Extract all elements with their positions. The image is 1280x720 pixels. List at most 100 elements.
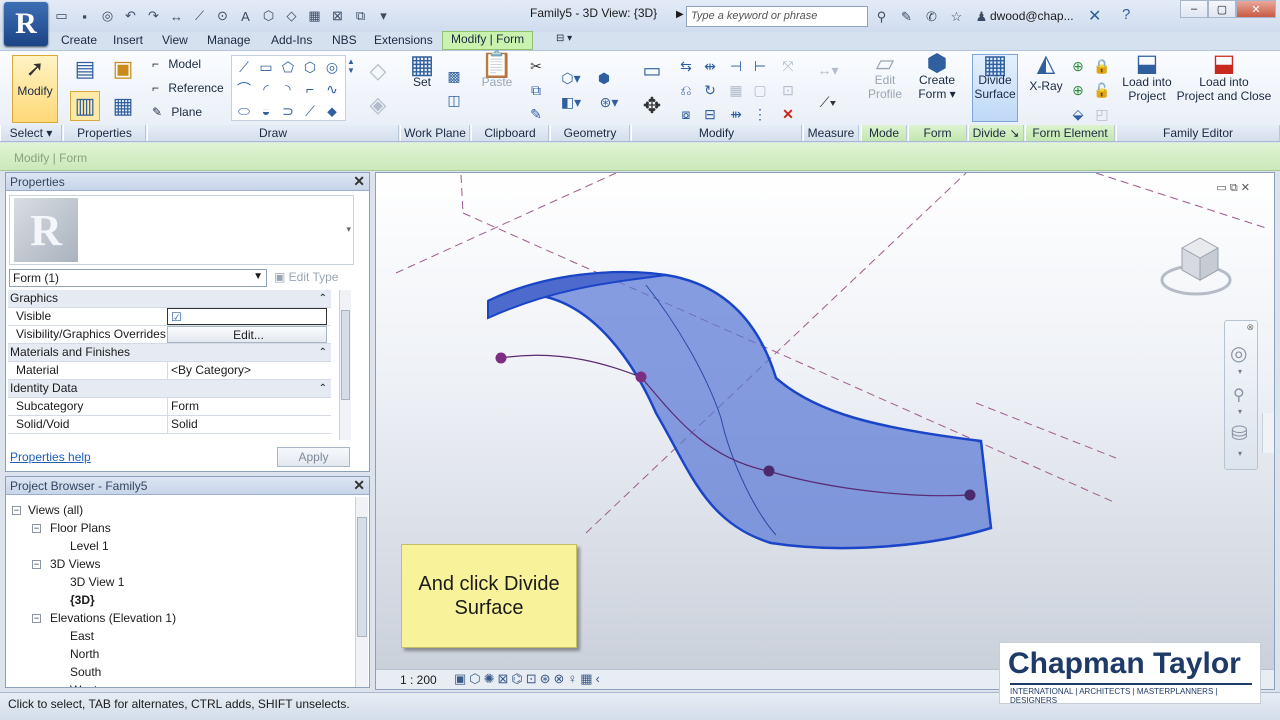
- panel-draw[interactable]: Draw: [147, 125, 399, 141]
- panel-modify[interactable]: Modify: [631, 125, 802, 141]
- viewer-icon[interactable]: ◈: [362, 91, 394, 119]
- group-graphics[interactable]: Graphics ⌃: [8, 290, 331, 308]
- aligned-dimension-icon[interactable]: ⟋▾: [808, 93, 848, 111]
- thin-lines-icon[interactable]: ▦: [305, 7, 324, 25]
- circle-icon[interactable]: ◎: [322, 58, 342, 76]
- redo-icon[interactable]: ↷: [144, 7, 163, 25]
- edit-type-button[interactable]: ▣ Edit Type: [274, 270, 338, 284]
- scale-icon[interactable]: ▢: [750, 81, 770, 99]
- save-icon[interactable]: ▪: [75, 7, 94, 25]
- close-hidden-icon[interactable]: ⊠: [328, 7, 347, 25]
- tab-manage[interactable]: Manage: [207, 33, 250, 47]
- copy-element-icon[interactable]: ⎌: [676, 81, 696, 99]
- split-face-icon[interactable]: ⊛▾: [594, 93, 624, 111]
- tree-item[interactable]: West: [70, 683, 97, 687]
- point-element-icon[interactable]: ⊃: [278, 102, 298, 120]
- panel-select[interactable]: Select ▾: [0, 125, 62, 141]
- type-properties-icon[interactable]: ▦: [108, 91, 138, 121]
- steering-wheel-icon[interactable]: ◎: [1230, 341, 1247, 366]
- tab-insert[interactable]: Insert: [113, 33, 143, 47]
- draw-plane-button[interactable]: ✎ Plane: [152, 105, 202, 119]
- subscription-icon[interactable]: ✎: [897, 8, 916, 26]
- group-identity[interactable]: Identity Data ⌃: [8, 380, 331, 398]
- panel-mode[interactable]: Mode: [861, 125, 907, 141]
- spline-point[interactable]: [635, 371, 647, 383]
- xray-button[interactable]: ◭ X-Ray: [1028, 52, 1064, 94]
- tab-modify-form[interactable]: Modify | Form: [442, 31, 534, 50]
- close-icon[interactable]: ✕: [353, 477, 365, 494]
- unjoin-icon[interactable]: ◧▾: [556, 93, 586, 111]
- tangent-arc-icon[interactable]: ◝: [278, 80, 298, 98]
- communication-icon[interactable]: ✆: [922, 8, 941, 26]
- user-account[interactable]: dwood@chap...: [990, 9, 1074, 23]
- vg-edit-button[interactable]: Edit...: [167, 326, 327, 343]
- circumscribed-polygon-icon[interactable]: ⬡: [300, 58, 320, 76]
- tree-toggle[interactable]: −: [32, 560, 41, 569]
- solid-void-value[interactable]: Solid: [167, 416, 327, 433]
- 3d-view-icon[interactable]: ⬡: [259, 7, 278, 25]
- tab-extensions[interactable]: Extensions: [374, 33, 433, 47]
- array-linear-icon[interactable]: ⋮: [750, 105, 770, 123]
- tree-item[interactable]: 3D View 1: [70, 575, 124, 589]
- tree-item[interactable]: Views (all): [28, 503, 83, 517]
- viewcube-icon[interactable]: [1160, 232, 1240, 302]
- show-icon[interactable]: ▩: [444, 67, 464, 85]
- split-element-icon[interactable]: ⊟: [700, 105, 720, 123]
- load-into-project-and-close-button[interactable]: ⬓ Load into Project and Close: [1176, 52, 1272, 104]
- tag-icon[interactable]: ⊙: [213, 7, 232, 25]
- show-workplane-icon[interactable]: ◇: [362, 57, 394, 85]
- match-type-icon[interactable]: ✎: [526, 105, 546, 123]
- panel-clipboard[interactable]: Clipboard: [471, 125, 549, 141]
- divide-surface-button[interactable]: ▦ Divide Surface: [972, 51, 1018, 122]
- tab-view[interactable]: View: [162, 33, 188, 47]
- pick-new-host-icon[interactable]: ◰: [1092, 105, 1112, 123]
- unpin-icon[interactable]: ⤧: [778, 57, 798, 75]
- delete-icon[interactable]: ✕: [778, 105, 798, 123]
- close-icon[interactable]: ✕: [1236, 0, 1276, 18]
- group-materials[interactable]: Materials and Finishes ⌃: [8, 344, 331, 362]
- properties-help-link[interactable]: Properties help: [10, 450, 91, 464]
- split-icon[interactable]: ⊣: [726, 57, 746, 75]
- panel-divide[interactable]: Divide ↘: [968, 125, 1024, 141]
- divided-form-surface[interactable]: [487, 270, 993, 550]
- zoom-icon[interactable]: ⚲: [1233, 385, 1245, 405]
- unlock-profile-icon[interactable]: 🔓: [1092, 81, 1112, 99]
- panel-geometry[interactable]: Geometry: [550, 125, 630, 141]
- switch-windows-icon[interactable]: ⧉: [351, 7, 370, 25]
- tree-item[interactable]: East: [70, 629, 94, 643]
- fillet-arc-icon[interactable]: ⌐: [300, 80, 320, 98]
- cut-geometry-icon[interactable]: ⬢: [594, 69, 614, 87]
- material-value[interactable]: <By Category>: [167, 362, 327, 379]
- family-category-icon[interactable]: ▣: [108, 55, 138, 83]
- tree-item[interactable]: Elevations (Elevation 1): [50, 611, 176, 625]
- family-types-icon[interactable]: ▤: [70, 55, 100, 83]
- application-menu-button[interactable]: R: [4, 2, 48, 46]
- close-icon[interactable]: ✕: [353, 173, 365, 190]
- create-form-button[interactable]: ⬢ Create Form ▾: [912, 52, 962, 102]
- pick-face-icon[interactable]: ⬥: [322, 102, 342, 120]
- chevron-down-icon[interactable]: ▾: [1238, 449, 1242, 458]
- favorites-icon[interactable]: ☆: [947, 8, 966, 26]
- panel-form[interactable]: Form: [908, 125, 967, 141]
- tree-item[interactable]: 3D Views: [50, 557, 100, 571]
- tree-item[interactable]: North: [70, 647, 99, 661]
- undo-icon[interactable]: ↶: [121, 7, 140, 25]
- chevron-down-icon[interactable]: ▾: [1238, 407, 1242, 416]
- restore-icon[interactable]: ⧉: [1230, 182, 1241, 194]
- center-arc-icon[interactable]: ◜: [256, 80, 276, 98]
- ribbon-minimize-icon[interactable]: ⊟ ▾: [556, 33, 572, 44]
- arc-icon[interactable]: ⌒: [234, 80, 254, 98]
- text-icon[interactable]: A: [236, 7, 255, 25]
- close-icon[interactable]: ✕: [1241, 182, 1250, 194]
- spline-point[interactable]: [495, 352, 507, 364]
- modify-button[interactable]: ➚ Modify: [12, 55, 58, 123]
- panel-measure[interactable]: Measure: [803, 125, 859, 141]
- draw-reference-button[interactable]: ⌐ Reference: [152, 81, 224, 95]
- dissolve-icon[interactable]: ⬙: [1068, 105, 1088, 123]
- tree-item[interactable]: South: [70, 665, 101, 679]
- binoculars-icon[interactable]: ⚲: [872, 8, 891, 26]
- visible-checkbox[interactable]: ☑: [167, 308, 327, 325]
- align-icon[interactable]: ▭: [636, 57, 668, 83]
- tab-add-ins[interactable]: Add-Ins: [271, 33, 312, 47]
- subcategory-value[interactable]: Form: [167, 398, 327, 415]
